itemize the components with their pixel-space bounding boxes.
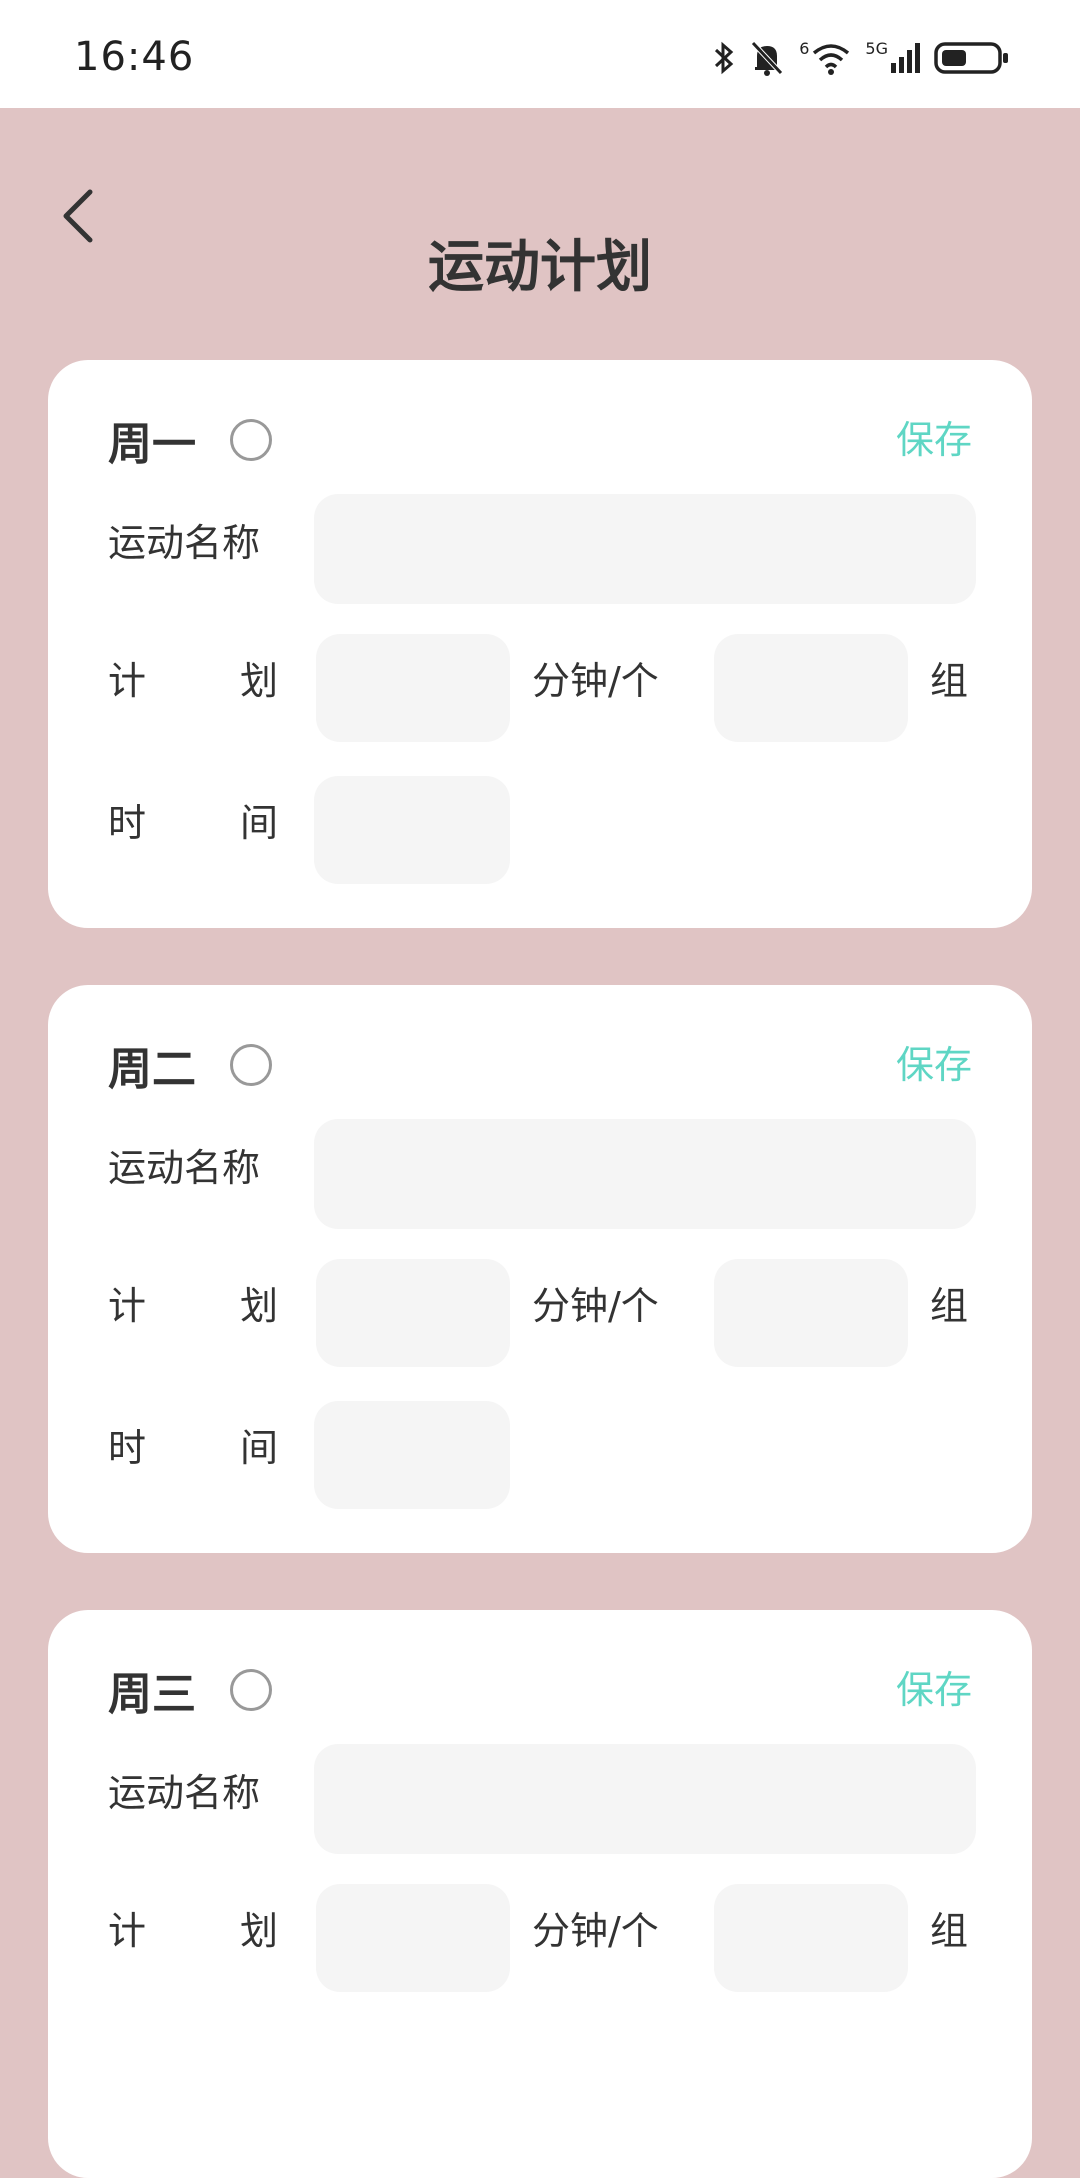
exercise-name-label: 运动名称 xyxy=(108,521,261,565)
wifi-badge: 6 xyxy=(799,39,810,58)
day-card-wednesday: 周三 保存 运动名称 计划 分钟/个 组 xyxy=(48,1610,1032,2178)
sets-unit-label: 组 xyxy=(930,1284,969,1328)
plan-sets-input[interactable] xyxy=(714,634,908,742)
time-input[interactable] xyxy=(314,776,510,884)
exercise-name-label: 运动名称 xyxy=(108,1146,261,1190)
sets-unit-label: 组 xyxy=(930,1909,969,1953)
card-header: 周三 xyxy=(108,1660,272,1720)
time-label: 时间 xyxy=(108,801,278,845)
status-time: 16:46 xyxy=(74,34,195,80)
plan-label: 计划 xyxy=(108,1909,278,1953)
battery-icon xyxy=(934,40,1010,76)
page-title: 运动计划 xyxy=(428,235,652,300)
bluetooth-icon xyxy=(713,40,735,76)
day-card-monday: 周一 保存 运动名称 计划 分钟/个 组 时间 xyxy=(48,360,1032,928)
day-label: 周三 xyxy=(108,1669,196,1720)
status-bar: 16:46 6 5G xyxy=(0,0,1080,108)
day-enable-radio[interactable] xyxy=(230,1669,272,1711)
exercise-name-input[interactable] xyxy=(314,1744,976,1854)
exercise-name-label: 运动名称 xyxy=(108,1771,261,1815)
cellular-signal-icon: 5G xyxy=(865,41,920,75)
exercise-name-input[interactable] xyxy=(314,1119,976,1229)
time-label: 时间 xyxy=(108,1426,278,1470)
plan-minutes-input[interactable] xyxy=(316,1884,510,1992)
plan-minutes-input[interactable] xyxy=(316,1259,510,1367)
minutes-per-unit-label: 分钟/个 xyxy=(532,1909,659,1953)
day-enable-radio[interactable] xyxy=(230,419,272,461)
signal-badge: 5G xyxy=(865,39,888,58)
plan-label: 计划 xyxy=(108,659,278,703)
time-input[interactable] xyxy=(314,1401,510,1509)
minutes-per-unit-label: 分钟/个 xyxy=(532,659,659,703)
sets-unit-label: 组 xyxy=(930,659,969,703)
day-card-tuesday: 周二 保存 运动名称 计划 分钟/个 组 时间 xyxy=(48,985,1032,1553)
exercise-name-input[interactable] xyxy=(314,494,976,604)
plan-minutes-input[interactable] xyxy=(316,634,510,742)
save-button[interactable]: 保存 xyxy=(896,410,972,470)
minutes-per-unit-label: 分钟/个 xyxy=(532,1284,659,1328)
plan-label: 计划 xyxy=(108,1284,278,1328)
card-header: 周一 xyxy=(108,410,272,470)
card-header: 周二 xyxy=(108,1035,272,1095)
day-enable-radio[interactable] xyxy=(230,1044,272,1086)
plan-sets-input[interactable] xyxy=(714,1884,908,1992)
save-button[interactable]: 保存 xyxy=(896,1660,972,1720)
day-label: 周二 xyxy=(108,1044,196,1095)
day-label: 周一 xyxy=(108,419,196,470)
plan-sets-input[interactable] xyxy=(714,1259,908,1367)
save-button[interactable]: 保存 xyxy=(896,1035,972,1095)
bell-off-icon xyxy=(749,39,785,77)
status-icons: 6 5G xyxy=(713,36,1010,80)
wifi-icon: 6 xyxy=(799,41,851,75)
